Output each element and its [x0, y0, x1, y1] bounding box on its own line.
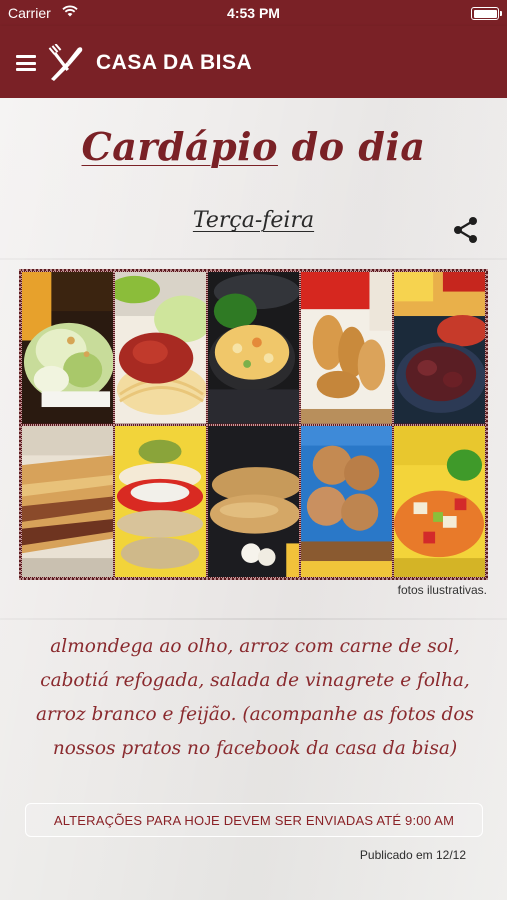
- published-date: Publicado em 12/12: [359, 848, 466, 862]
- food-photo-croquettes: [300, 424, 393, 579]
- cutoff-notice-text: ALTERAÇÕES PARA HOJE DEVEM SER ENVIADAS …: [53, 812, 455, 828]
- battery-icon: [471, 7, 502, 20]
- status-bar: Carrier 4:53 PM: [0, 0, 507, 26]
- clock: 4:53 PM: [227, 5, 280, 21]
- app-title: CASA DA BISA: [96, 51, 253, 74]
- share-icon[interactable]: [453, 216, 479, 244]
- food-photo-meat-stew: [393, 271, 486, 425]
- food-photo-spaghetti: [114, 271, 207, 425]
- food-photo-grid: [19, 269, 488, 580]
- day-label: Terça-feira: [192, 208, 315, 233]
- page-title-suffix: do dia: [277, 124, 426, 169]
- food-photo-potato-salad: [207, 271, 300, 425]
- hamburger-menu-icon[interactable]: [16, 55, 36, 71]
- page-title-main: Cardápio: [81, 124, 278, 169]
- food-photo-pastries: [300, 271, 393, 425]
- food-photo-lasagna: [21, 424, 114, 579]
- cutoff-notice: ALTERAÇÕES PARA HOJE DEVEM SER ENVIADAS …: [25, 803, 483, 837]
- food-photo-breaded-steak: [207, 424, 300, 579]
- photos-caption: fotos ilustrativas.: [397, 583, 487, 597]
- app-header: CASA DA BISA: [0, 26, 507, 98]
- food-photo-colorful-salad: [393, 424, 486, 579]
- food-photo-sandwich: [114, 424, 207, 579]
- food-photo-salad: [21, 271, 114, 425]
- fork-knife-logo-icon: [48, 44, 83, 81]
- page-title: Cardápio do dia: [0, 124, 507, 169]
- menu-description: almondega ao olho, arroz com carne de so…: [35, 636, 474, 759]
